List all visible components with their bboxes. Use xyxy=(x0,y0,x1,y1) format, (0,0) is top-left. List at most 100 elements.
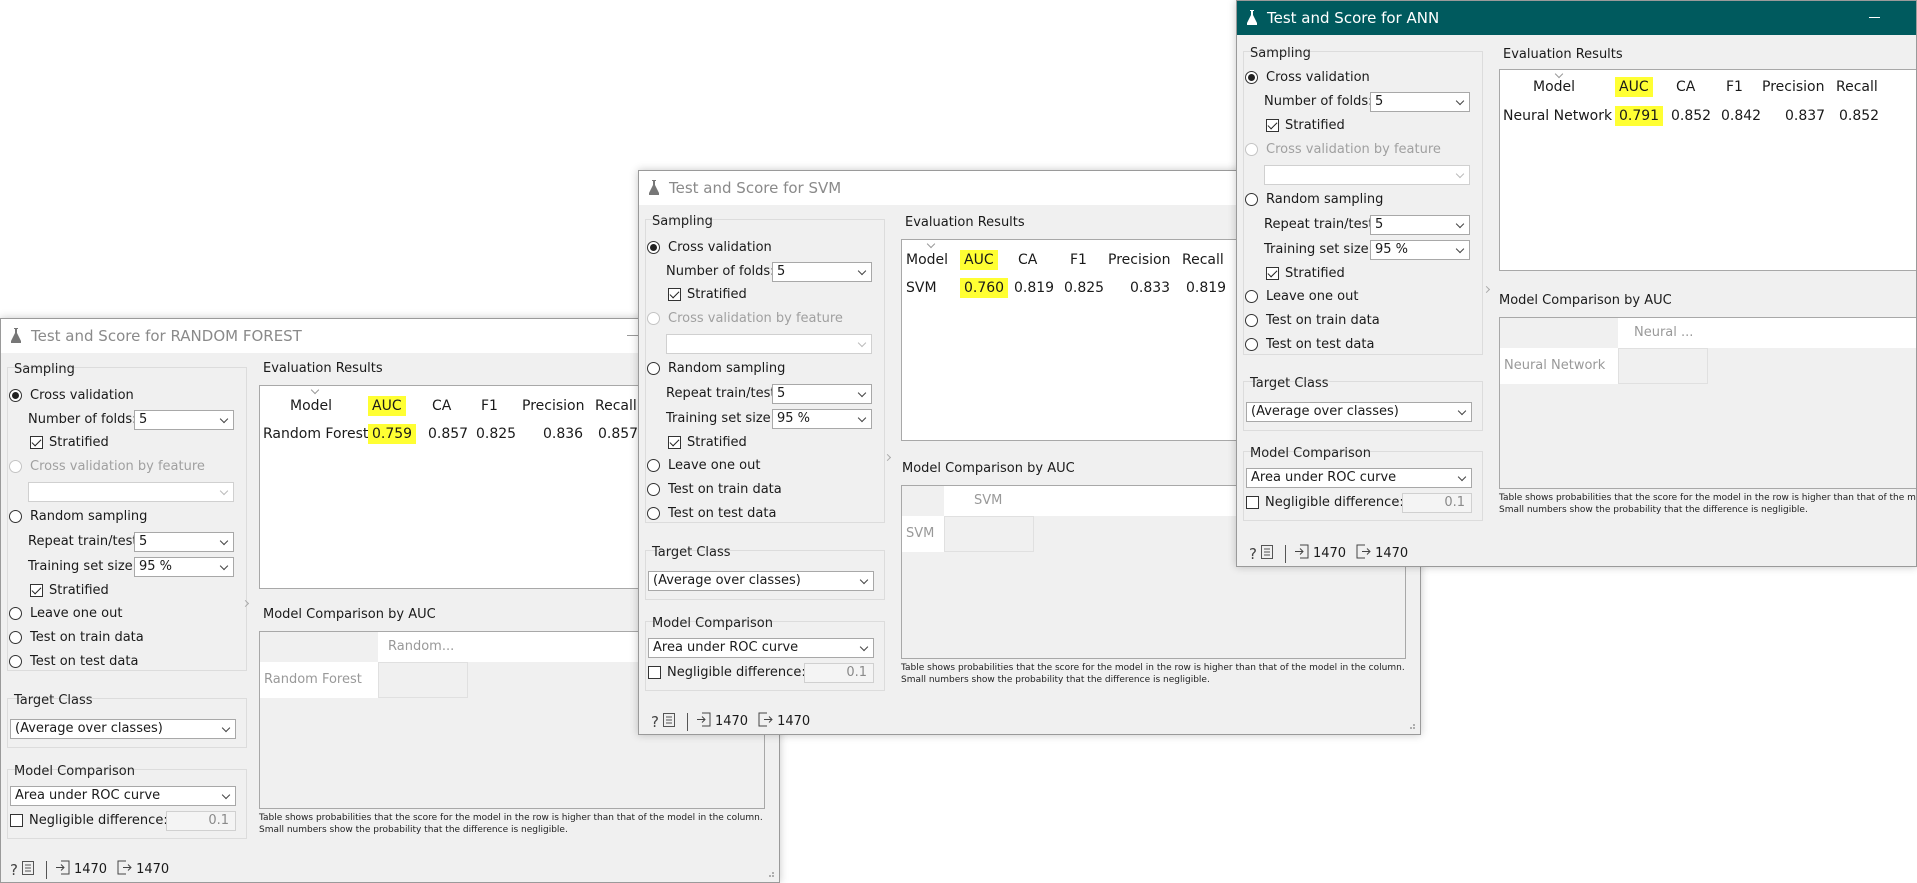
row-f1[interactable]: 0.825 xyxy=(476,426,516,442)
comparison-row-header[interactable]: Random Forest xyxy=(260,662,378,698)
row-precision[interactable]: 0.833 xyxy=(1130,280,1170,296)
window-ann[interactable]: Test and Score for ANN Sampling Cross va… xyxy=(1236,0,1917,567)
feature-combo[interactable] xyxy=(666,334,872,354)
report-icon[interactable] xyxy=(21,860,34,879)
resize-grip-icon[interactable] xyxy=(765,868,775,878)
stratified-checkbox[interactable]: Stratified xyxy=(30,435,109,450)
training-size-combo[interactable]: 95 % xyxy=(772,409,872,429)
column-header-recall[interactable]: Recall xyxy=(595,398,637,414)
radio-test-on-train[interactable]: Test on train data xyxy=(647,482,782,497)
evaluation-results-table[interactable]: Model AUC CA F1 Precision Recall Neural … xyxy=(1499,69,1916,271)
stratified-checkbox-2[interactable]: Stratified xyxy=(1266,266,1345,281)
repeat-combo[interactable]: 5 xyxy=(772,384,872,404)
report-icon[interactable] xyxy=(1260,544,1273,563)
feature-combo[interactable] xyxy=(1264,165,1470,185)
radio-random-sampling[interactable]: Random sampling xyxy=(647,361,785,376)
row-recall[interactable]: 0.857 xyxy=(598,426,638,442)
row-ca[interactable]: 0.819 xyxy=(1014,280,1054,296)
target-class-combo[interactable]: (Average over classes) xyxy=(1246,402,1472,422)
minimize-button[interactable] xyxy=(1861,5,1887,29)
comparison-row-header[interactable]: SVM xyxy=(902,516,944,552)
column-header-f1[interactable]: F1 xyxy=(1726,79,1743,95)
row-f1[interactable]: 0.825 xyxy=(1064,280,1104,296)
number-of-folds-combo[interactable]: 5 xyxy=(134,410,234,430)
column-header-model[interactable]: Model xyxy=(290,398,332,414)
radio-leave-one-out[interactable]: Leave one out xyxy=(1245,289,1358,304)
negligible-spinbox[interactable]: 0.1 xyxy=(804,663,874,683)
row-precision[interactable]: 0.836 xyxy=(543,426,583,442)
column-header-model[interactable]: Model xyxy=(906,252,948,268)
number-of-folds-combo[interactable]: 5 xyxy=(1370,92,1470,112)
column-header-auc[interactable]: AUC xyxy=(960,250,998,270)
column-header-recall[interactable]: Recall xyxy=(1836,79,1878,95)
column-header-f1[interactable]: F1 xyxy=(481,398,498,414)
row-recall[interactable]: 0.852 xyxy=(1839,108,1879,124)
report-icon[interactable] xyxy=(662,712,675,731)
model-comparison-combo[interactable]: Area under ROC curve xyxy=(10,786,236,806)
target-class-combo[interactable]: (Average over classes) xyxy=(648,571,874,591)
column-header-ca[interactable]: CA xyxy=(1676,79,1695,95)
help-icon[interactable]: ? xyxy=(1249,545,1257,563)
help-icon[interactable]: ? xyxy=(651,713,659,731)
help-icon[interactable]: ? xyxy=(10,861,18,879)
column-header-precision[interactable]: Precision xyxy=(1108,252,1170,268)
radio-random-sampling[interactable]: Random sampling xyxy=(9,509,147,524)
row-ca[interactable]: 0.857 xyxy=(428,426,468,442)
row-auc[interactable]: 0.791 xyxy=(1615,106,1664,126)
repeat-combo[interactable]: 5 xyxy=(1370,215,1470,235)
radio-random-sampling[interactable]: Random sampling xyxy=(1245,192,1383,207)
row-model[interactable]: SVM xyxy=(906,280,937,296)
model-comparison-combo[interactable]: Area under ROC curve xyxy=(1246,468,1472,488)
stratified-checkbox-2[interactable]: Stratified xyxy=(668,435,747,450)
negligible-spinbox[interactable]: 0.1 xyxy=(1402,493,1472,513)
stratified-checkbox[interactable]: Stratified xyxy=(668,287,747,302)
row-precision[interactable]: 0.837 xyxy=(1785,108,1825,124)
training-size-combo[interactable]: 95 % xyxy=(1370,240,1470,260)
column-header-recall[interactable]: Recall xyxy=(1182,252,1224,268)
stratified-checkbox-2[interactable]: Stratified xyxy=(30,583,109,598)
negligible-spinbox[interactable]: 0.1 xyxy=(166,811,236,831)
row-model[interactable]: Random Forest xyxy=(263,426,368,442)
radio-leave-one-out[interactable]: Leave one out xyxy=(647,458,760,473)
negligible-checkbox[interactable]: Negligible difference: xyxy=(10,813,168,828)
radio-cross-validation[interactable]: Cross validation xyxy=(9,388,134,403)
radio-leave-one-out[interactable]: Leave one out xyxy=(9,606,122,621)
model-comparison-combo[interactable]: Area under ROC curve xyxy=(648,638,874,658)
column-header-auc[interactable]: AUC xyxy=(1615,77,1653,97)
radio-test-on-test[interactable]: Test on test data xyxy=(647,506,776,521)
radio-cv-by-feature[interactable]: Cross validation by feature xyxy=(647,311,843,326)
row-ca[interactable]: 0.852 xyxy=(1671,108,1711,124)
feature-combo[interactable] xyxy=(28,482,234,502)
negligible-checkbox[interactable]: Negligible difference: xyxy=(648,665,806,680)
model-comparison-table[interactable]: Neural ... Neural Network xyxy=(1499,317,1916,489)
radio-test-on-test[interactable]: Test on test data xyxy=(1245,337,1374,352)
column-header-auc[interactable]: AUC xyxy=(368,396,406,416)
radio-cv-by-feature[interactable]: Cross validation by feature xyxy=(9,459,205,474)
row-auc[interactable]: 0.760 xyxy=(960,278,1009,298)
column-header-ca[interactable]: CA xyxy=(432,398,451,414)
radio-test-on-train[interactable]: Test on train data xyxy=(1245,313,1380,328)
splitter-arrow-icon[interactable] xyxy=(883,453,892,462)
radio-cross-validation[interactable]: Cross validation xyxy=(647,240,772,255)
comparison-row-header[interactable]: Neural Network xyxy=(1500,348,1618,384)
radio-test-on-train[interactable]: Test on train data xyxy=(9,630,144,645)
column-header-model[interactable]: Model xyxy=(1533,79,1575,95)
number-of-folds-combo[interactable]: 5 xyxy=(772,262,872,282)
resize-grip-icon[interactable] xyxy=(1406,720,1416,730)
target-class-combo[interactable]: (Average over classes) xyxy=(10,719,236,739)
row-f1[interactable]: 0.842 xyxy=(1721,108,1761,124)
splitter-arrow-icon[interactable] xyxy=(1482,285,1491,294)
radio-cross-validation[interactable]: Cross validation xyxy=(1245,70,1370,85)
column-header-f1[interactable]: F1 xyxy=(1070,252,1087,268)
comparison-column-header[interactable]: Neural ... xyxy=(1618,318,1916,348)
repeat-combo[interactable]: 5 xyxy=(134,532,234,552)
row-auc[interactable]: 0.759 xyxy=(368,424,417,444)
training-size-combo[interactable]: 95 % xyxy=(134,557,234,577)
column-header-precision[interactable]: Precision xyxy=(1762,79,1824,95)
row-recall[interactable]: 0.819 xyxy=(1186,280,1226,296)
radio-cv-by-feature[interactable]: Cross validation by feature xyxy=(1245,142,1441,157)
stratified-checkbox[interactable]: Stratified xyxy=(1266,118,1345,133)
column-header-precision[interactable]: Precision xyxy=(522,398,584,414)
radio-test-on-test[interactable]: Test on test data xyxy=(9,654,138,669)
column-header-ca[interactable]: CA xyxy=(1018,252,1037,268)
